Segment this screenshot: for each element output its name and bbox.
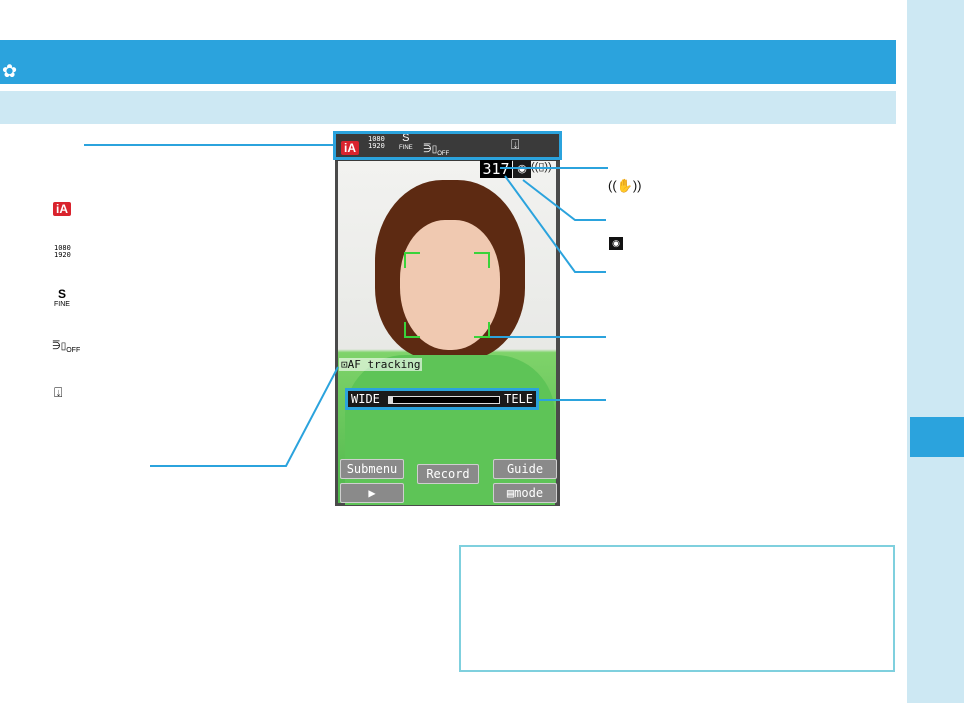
- light-off-icon: ⋽▯OFF: [52, 341, 81, 354]
- record-button[interactable]: Record: [417, 464, 479, 484]
- remaining-count: 317: [480, 160, 512, 178]
- camera-mode-icon: ◉: [513, 160, 531, 178]
- quality-icon: S FINE: [54, 287, 70, 308]
- play-button[interactable]: ▶: [340, 483, 404, 503]
- focus-frame: [404, 252, 490, 338]
- memory-icon: ⍗: [54, 384, 63, 400]
- note-box: [459, 545, 895, 672]
- mode-button[interactable]: ▤mode: [493, 483, 557, 503]
- submenu-button[interactable]: Submenu: [340, 459, 404, 479]
- shake-reduction-icon: ((✋)): [608, 178, 642, 193]
- zoom-track: [388, 396, 500, 404]
- flower-icon: ✿: [2, 61, 18, 81]
- zoom-level: [389, 397, 394, 403]
- af-tracking-label: ⊡AF tracking: [339, 358, 423, 371]
- resolution-icon: 1080 1920: [54, 244, 71, 259]
- shake-icon: ((▯)): [531, 161, 552, 173]
- intelligent-auto-icon: iA: [53, 200, 71, 218]
- title-bar: ✿: [0, 40, 896, 84]
- side-strip: [907, 0, 964, 703]
- side-tab[interactable]: [910, 417, 964, 457]
- subtitle-bar: [0, 91, 896, 124]
- status-bar-highlight: [333, 131, 562, 160]
- guide-button[interactable]: Guide: [493, 459, 557, 479]
- zoom-tele-label: TELE: [504, 392, 533, 406]
- camera-icon: ◉: [609, 234, 623, 250]
- zoom-bar[interactable]: WIDE TELE: [345, 388, 539, 410]
- zoom-wide-label: WIDE: [351, 392, 380, 406]
